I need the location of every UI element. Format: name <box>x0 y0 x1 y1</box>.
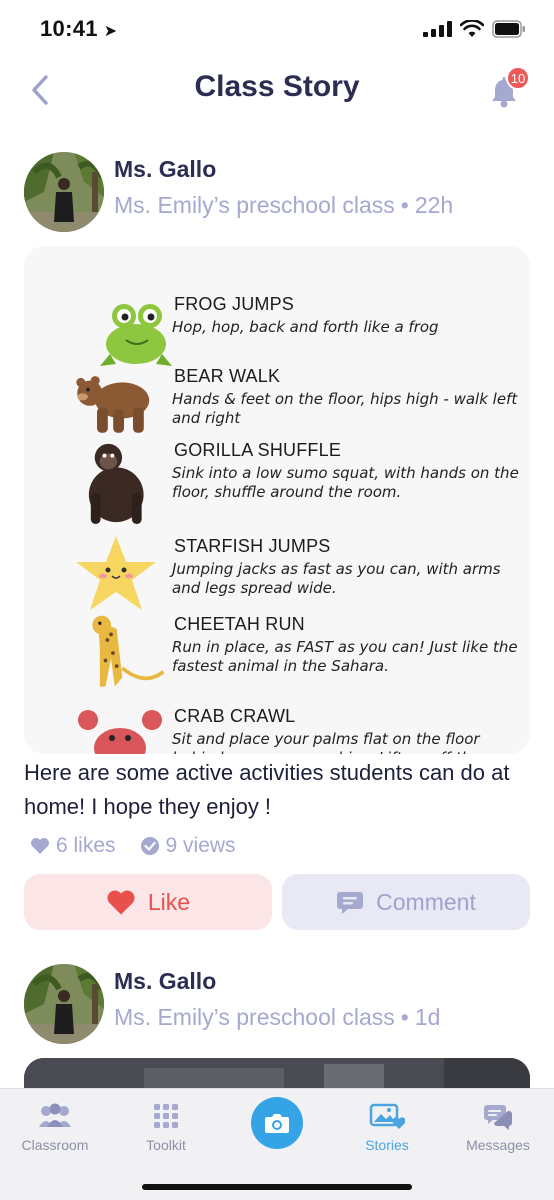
comment-button[interactable]: Comment <box>282 874 530 930</box>
post-author[interactable]: Ms. Gallo <box>114 968 216 995</box>
post-meta: Ms. Emily’s preschool class • 1d <box>114 1004 440 1031</box>
activity-item: BEAR WALK Hands & feet on the floor, hip… <box>24 364 530 444</box>
meta-separator: • <box>400 192 409 218</box>
page-title: Class Story <box>194 70 360 103</box>
activity-desc: Run in place, as FAST as you can! Just l… <box>172 638 518 675</box>
classroom-icon <box>39 1103 71 1127</box>
likes-count: 6 likes <box>56 834 116 857</box>
avatar[interactable] <box>24 964 104 1044</box>
tab-label: Classroom <box>21 1137 89 1153</box>
like-button[interactable]: Like <box>24 874 272 930</box>
comment-bubble-icon <box>337 892 364 914</box>
stories-icon <box>369 1103 405 1129</box>
tab-label: Toolkit <box>146 1137 186 1153</box>
story-post: Ms. Gallo Ms. Emily’s preschool class • 22… <box>0 148 554 930</box>
views-stat[interactable]: 9 views <box>140 834 236 858</box>
post-header: Ms. Gallo Ms. Emily’s preschool class • 1d <box>0 960 554 1044</box>
activity-item: FROG JUMPS Hop, hop, back and forth like… <box>24 292 530 372</box>
activity-item: GORILLA SHUFFLE Sink into a low sumo squ… <box>24 438 530 525</box>
activity-name: FROG JUMPS <box>174 294 295 314</box>
tab-classroom[interactable]: Classroom <box>0 1089 110 1169</box>
wifi-icon <box>460 20 484 38</box>
activity-item: STARFISH JUMPS Jumping jacks as fast as … <box>24 534 530 614</box>
class-name: Ms. Emily’s preschool class <box>114 1004 395 1030</box>
activity-item: CRAB CRAWL Sit and place your palms flat… <box>24 704 530 754</box>
post-meta: Ms. Emily’s preschool class • 22h <box>114 192 453 219</box>
activity-desc: Sink into a low sumo squat, with hands o… <box>172 464 519 501</box>
notification-badge: 10 <box>506 66 530 90</box>
tab-stories[interactable]: Stories <box>332 1089 442 1169</box>
like-label: Like <box>147 888 191 915</box>
status-time-text: 10:41 <box>40 16 98 41</box>
tab-label: Stories <box>365 1137 409 1153</box>
class-name: Ms. Emily’s preschool class <box>114 192 395 218</box>
tab-toolkit[interactable]: Toolkit <box>111 1089 221 1169</box>
bear-icon <box>76 376 150 433</box>
activity-desc: Hands & feet on the floor, hips high - w… <box>172 390 518 427</box>
header: Class Story 10 <box>0 60 554 120</box>
camera-icon <box>265 1114 289 1133</box>
location-arrow-icon: ➤ <box>103 23 118 40</box>
toolkit-grid-icon <box>154 1104 178 1128</box>
activity-name: STARFISH JUMPS <box>174 536 331 556</box>
post-caption: Here are some active activities students… <box>24 760 510 819</box>
tab-bar: Classroom Toolkit Stories Messages <box>0 1088 554 1200</box>
activity-desc: Jumping jacks as fast as you can, with a… <box>172 560 501 597</box>
home-indicator <box>142 1184 412 1190</box>
frog-icon <box>100 304 172 366</box>
activity-desc: Hop, hop, back and forth like a frog <box>172 318 439 336</box>
tab-messages[interactable]: Messages <box>443 1089 553 1169</box>
activity-name: BEAR WALK <box>174 366 281 386</box>
tab-label: Messages <box>466 1137 530 1153</box>
camera-button[interactable] <box>251 1097 303 1149</box>
status-bar: 10:41 ➤ <box>0 0 554 60</box>
heart-icon <box>107 890 135 914</box>
activity-name: CHEETAH RUN <box>174 614 305 634</box>
notifications-button[interactable]: 10 <box>482 66 530 114</box>
activity-item: CHEETAH RUN Run in place, as FAST as you… <box>24 612 530 692</box>
messages-icon <box>484 1105 512 1130</box>
heart-icon <box>31 838 49 854</box>
post-header: Ms. Gallo Ms. Emily’s preschool class • 22… <box>0 148 554 232</box>
status-time: 10:41 ➤ <box>40 16 118 42</box>
views-count: 9 views <box>165 834 236 857</box>
meta-separator: • <box>400 1004 409 1030</box>
post-actions: Like Comment <box>24 874 530 930</box>
signal-icon <box>423 21 452 37</box>
crab-icon <box>78 710 162 754</box>
activity-desc: Sit and place your palms flat on the flo… <box>172 730 480 754</box>
status-icons <box>423 20 526 38</box>
post-stats: 6 likes 9 views <box>30 834 236 858</box>
battery-icon <box>492 20 526 38</box>
activity-name: GORILLA SHUFFLE <box>174 440 342 460</box>
comment-label: Comment <box>376 888 476 915</box>
likes-stat[interactable]: 6 likes <box>30 834 116 858</box>
post-time: 1d <box>414 1004 441 1030</box>
post-time: 22h <box>414 192 454 218</box>
story-post: Ms. Gallo Ms. Emily’s preschool class • 1d <box>0 960 554 1118</box>
cheetah-icon <box>92 615 165 687</box>
post-author[interactable]: Ms. Gallo <box>114 156 216 183</box>
post-image[interactable]: FROG JUMPS Hop, hop, back and forth like… <box>24 246 530 754</box>
avatar[interactable] <box>24 152 104 232</box>
activity-name: CRAB CRAWL <box>174 706 296 726</box>
check-circle-icon <box>140 837 159 855</box>
gorilla-icon <box>88 443 144 525</box>
starfish-icon <box>76 536 156 610</box>
